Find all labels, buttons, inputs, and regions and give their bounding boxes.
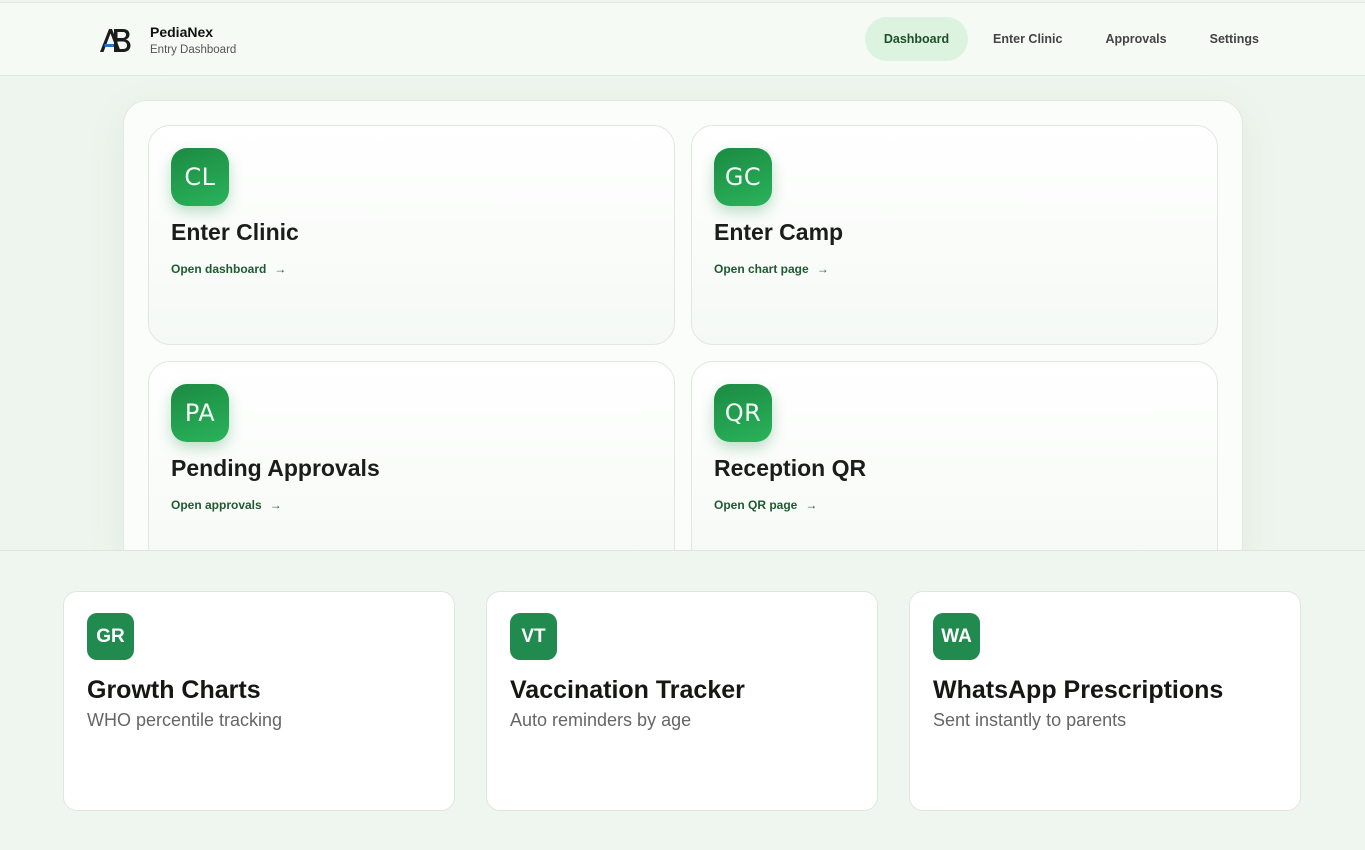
brand-subtitle: Entry Dashboard	[150, 44, 237, 56]
whatsapp-badge-icon: WA	[933, 613, 980, 660]
nav-item-enter-clinic[interactable]: Enter Clinic	[975, 17, 1080, 61]
features-section: GR Growth Charts WHO percentile tracking…	[0, 550, 1365, 850]
brand[interactable]: PediaNex Entry Dashboard	[98, 3, 236, 77]
main-nav: Dashboard Enter Clinic Approvals Setting…	[865, 17, 1277, 61]
nav-item-dashboard[interactable]: Dashboard	[865, 17, 968, 61]
tile-reception-qr[interactable]: QR Reception QR Open QR page →	[691, 361, 1218, 569]
tile-link[interactable]: Open chart page →	[714, 262, 829, 276]
tile-link-label: Open approvals	[171, 498, 262, 512]
feature-title: Growth Charts	[87, 676, 261, 704]
feature-card-growth-charts: GR Growth Charts WHO percentile tracking	[63, 591, 455, 811]
camp-badge-icon: GC	[714, 148, 772, 206]
tile-link-label: Open dashboard	[171, 262, 267, 276]
tile-link-label: Open QR page	[714, 498, 798, 512]
feature-title: Vaccination Tracker	[510, 676, 745, 704]
tile-title: Pending Approvals	[171, 455, 380, 481]
brand-logo-icon	[98, 23, 132, 57]
feature-subtitle: Sent instantly to parents	[933, 710, 1127, 730]
top-nav-bar: PediaNex Entry Dashboard Dashboard Enter…	[0, 2, 1365, 76]
feature-title: WhatsApp Prescriptions	[933, 676, 1224, 704]
qr-badge-icon: QR	[714, 384, 772, 442]
arrow-right-icon: →	[816, 262, 829, 276]
approvals-badge-icon: PA	[171, 384, 229, 442]
arrow-right-icon: →	[805, 498, 818, 512]
tile-link-label: Open chart page	[714, 262, 809, 276]
brand-text: PediaNex Entry Dashboard	[150, 24, 236, 56]
nav-item-approvals[interactable]: Approvals	[1087, 17, 1184, 61]
clinic-badge-icon: CL	[171, 148, 229, 206]
tile-enter-clinic[interactable]: CL Enter Clinic Open dashboard →	[148, 125, 675, 345]
tile-title: Reception QR	[714, 455, 867, 481]
tile-link[interactable]: Open approvals →	[171, 498, 282, 512]
vaccine-badge-icon: VT	[510, 613, 557, 660]
nav-item-settings[interactable]: Settings	[1192, 17, 1277, 61]
arrow-right-icon: →	[274, 262, 287, 276]
feature-card-whatsapp-prescriptions: WA WhatsApp Prescriptions Sent instantly…	[909, 591, 1301, 811]
tile-pending-approvals[interactable]: PA Pending Approvals Open approvals →	[148, 361, 675, 569]
tile-link[interactable]: Open QR page →	[714, 498, 817, 512]
feature-subtitle: WHO percentile tracking	[87, 710, 283, 730]
feature-card-vaccination-tracker: VT Vaccination Tracker Auto reminders by…	[486, 591, 878, 811]
tile-link[interactable]: Open dashboard →	[171, 262, 286, 276]
feature-subtitle: Auto reminders by age	[510, 710, 692, 730]
tile-enter-camp[interactable]: GC Enter Camp Open chart page →	[691, 125, 1218, 345]
arrow-right-icon: →	[269, 498, 282, 512]
growth-badge-icon: GR	[87, 613, 134, 660]
tile-title: Enter Clinic	[171, 219, 299, 245]
tile-title: Enter Camp	[714, 219, 844, 245]
brand-name: PediaNex	[150, 24, 214, 40]
action-panel: CL Enter Clinic Open dashboard → GC Enter…	[123, 100, 1243, 570]
